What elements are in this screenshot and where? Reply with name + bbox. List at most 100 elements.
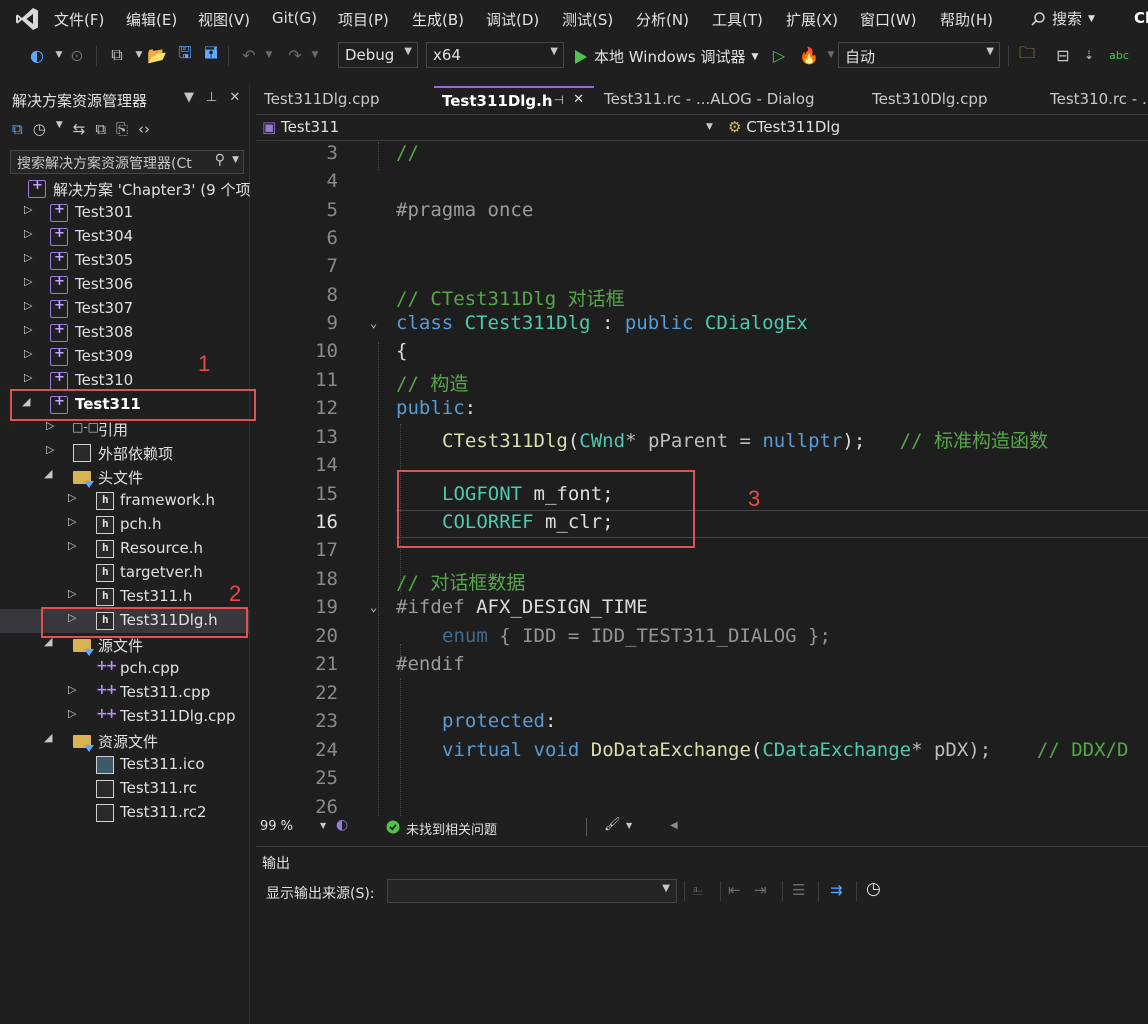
tree-project-item[interactable]: ▷ Test304 [0, 225, 249, 249]
expand-icon[interactable]: ▷ [24, 299, 32, 312]
collapse-icon[interactable]: ◢ [44, 467, 52, 480]
solution-name-badge[interactable]: Ch [1134, 9, 1148, 27]
output-source-select[interactable]: ▼ [387, 879, 677, 903]
dropdown-icon[interactable]: ▼ [184, 90, 194, 105]
new-project-icon[interactable]: ⧉ [106, 44, 128, 66]
redo-icon[interactable]: ↷ [284, 44, 306, 66]
tab-test311dlg-cpp[interactable]: Test311Dlg.cpp [256, 86, 432, 114]
menu-project[interactable]: 项目(P) [338, 9, 389, 30]
tree-project-item[interactable]: ▷ Test305 [0, 249, 249, 273]
global-search[interactable]: 搜索 ▼ [1030, 8, 1095, 29]
expand-icon[interactable]: ▷ [24, 371, 32, 384]
menu-git[interactable]: Git(G) [272, 9, 317, 27]
tree-project-item[interactable]: ▷ Test301 [0, 201, 249, 225]
expand-icon[interactable]: ▷ [68, 491, 76, 504]
menu-window[interactable]: 窗口(W) [860, 9, 917, 30]
timestamp-icon[interactable]: ◷ [866, 879, 881, 899]
tree-resources-folder[interactable]: ◢ 资源文件 [0, 729, 249, 753]
collapse-icon[interactable]: ◢ [44, 731, 52, 744]
expand-icon[interactable]: ▷ [68, 707, 76, 720]
menu-debug[interactable]: 调试(D) [486, 9, 539, 30]
previous-message-icon[interactable]: ⇤ [728, 881, 741, 899]
save-all-icon[interactable]: 🖬 [200, 43, 222, 66]
zoom-select[interactable]: 99 % [260, 819, 293, 834]
find-in-files-icon[interactable]: 🗀 [1016, 43, 1038, 66]
save-icon[interactable]: 🖫 [174, 43, 196, 66]
pin-icon[interactable]: ⊥ [206, 90, 217, 105]
tree-file-item[interactable]: Test311.rc2 [0, 801, 249, 825]
tree-file-item[interactable]: ▷ pch.h [0, 513, 249, 537]
tree-file-item[interactable]: pch.cpp [0, 657, 249, 681]
next-message-icon[interactable]: ⇥ [754, 881, 767, 899]
redo-dropdown-icon[interactable]: ▼ [304, 44, 326, 66]
undo-dropdown-icon[interactable]: ▼ [258, 44, 280, 66]
tree-file-item[interactable]: Test311.ico [0, 753, 249, 777]
spell-check-icon[interactable]: abc [1108, 44, 1130, 66]
visual-studio-logo-icon[interactable] [14, 6, 40, 32]
code-view-icon[interactable]: ‹› [138, 120, 150, 138]
solution-node[interactable]: 解决方案 'Chapter3' (9 个项 [0, 177, 250, 201]
history-icon[interactable]: ◷ [33, 120, 46, 138]
expand-icon[interactable]: ▷ [24, 203, 32, 216]
tree-file-item[interactable]: ▷ Test311.h [0, 585, 249, 609]
chevron-down-icon[interactable]: ▼ [706, 122, 713, 132]
code-editor[interactable]: 3 // 4 5 #pragma once 6 7 8 // CTest311D… [256, 142, 1148, 816]
expand-icon[interactable]: ▷ [68, 683, 76, 696]
platform-select[interactable]: x64 ▼ [426, 42, 564, 68]
expand-icon[interactable]: ▷ [46, 443, 54, 456]
menu-analyze[interactable]: 分析(N) [636, 9, 689, 30]
scroll-left-icon[interactable]: ◀ [670, 820, 678, 831]
tab-test310dlg-cpp[interactable]: Test310Dlg.cpp [864, 86, 1042, 114]
tree-headers-folder[interactable]: ◢ 头文件 [0, 465, 249, 489]
menu-extensions[interactable]: 扩展(X) [786, 9, 838, 30]
auto-select[interactable]: 自动 ▼ [838, 42, 1000, 68]
tree-file-item[interactable]: targetver.h [0, 561, 249, 585]
tree-external-deps[interactable]: ▷ 外部依赖项 [0, 441, 249, 465]
expand-icon[interactable]: ▷ [24, 347, 32, 360]
find-message-icon[interactable]: ⎁ [692, 881, 704, 899]
open-folder-icon[interactable]: 📂 [146, 44, 168, 66]
menu-file[interactable]: 文件(F) [54, 9, 104, 30]
tab-test311-rc[interactable]: Test311.rc - ...ALOG - Dialog [596, 86, 864, 114]
show-all-files-icon[interactable]: ⎘ [116, 120, 128, 138]
tree-file-item[interactable]: ▷ Test311.cpp [0, 681, 249, 705]
tree-project-item[interactable]: ▷ Test309 [0, 345, 249, 369]
configuration-select[interactable]: Debug ▼ [338, 42, 418, 68]
solution-search-input[interactable]: 搜索解决方案资源管理器(Ct ⚲ ▼ [10, 150, 244, 174]
chevron-down-icon[interactable]: ▼ [626, 821, 632, 830]
expand-icon[interactable]: ▷ [24, 275, 32, 288]
chevron-down-icon[interactable]: ▼ [56, 120, 63, 138]
tab-test310-rc[interactable]: Test310.rc - ... [1042, 86, 1148, 114]
word-wrap-icon[interactable]: ⇉ [830, 881, 843, 899]
output-text-area[interactable] [256, 909, 1148, 1024]
menu-edit[interactable]: 编辑(E) [126, 9, 177, 30]
collapse-all-icon[interactable]: ⧉ [95, 120, 106, 138]
hot-reload-icon[interactable]: 🔥 [798, 44, 820, 66]
expand-icon[interactable]: ▷ [24, 251, 32, 264]
close-icon[interactable]: ✕ [229, 90, 240, 105]
window-layout-icon[interactable]: ⊟ [1052, 44, 1074, 66]
tab-test311dlg-h[interactable]: Test311Dlg.h ⊣ ✕ [434, 86, 594, 114]
tree-file-item[interactable]: ▷ Resource.h [0, 537, 249, 561]
forward-icon[interactable]: ⊙ [66, 44, 88, 66]
fold-collapse-icon[interactable]: ⌄ [370, 316, 377, 330]
issues-status[interactable]: 未找到相关问题 [406, 819, 497, 838]
tree-file-item[interactable]: Test311.rc [0, 777, 249, 801]
start-debugging-button[interactable]: 本地 Windows 调试器 ▼ [574, 46, 758, 67]
member-select[interactable]: ⚙ CTest311Dlg [728, 118, 840, 136]
expand-icon[interactable]: ▷ [68, 515, 76, 528]
chevron-down-icon[interactable]: ▼ [320, 821, 326, 830]
expand-icon[interactable]: ▷ [24, 227, 32, 240]
expand-icon[interactable]: ▷ [68, 587, 76, 600]
clear-all-icon[interactable]: ☰ [792, 881, 805, 899]
expand-icon[interactable]: ▷ [24, 323, 32, 336]
close-icon[interactable]: ✕ [573, 92, 584, 107]
tree-project-item[interactable]: ▷ Test306 [0, 273, 249, 297]
tree-project-item[interactable]: ▷ Test307 [0, 297, 249, 321]
undo-icon[interactable]: ↶ [238, 44, 260, 66]
more-toolbar-icon[interactable]: ⇣ [1078, 44, 1100, 66]
back-icon[interactable]: ◐ [26, 44, 48, 66]
start-without-debugging-icon[interactable]: ▷ [768, 44, 790, 66]
expand-icon[interactable]: ▷ [68, 539, 76, 552]
code-cleanup-icon[interactable]: 🖌 [604, 817, 621, 832]
